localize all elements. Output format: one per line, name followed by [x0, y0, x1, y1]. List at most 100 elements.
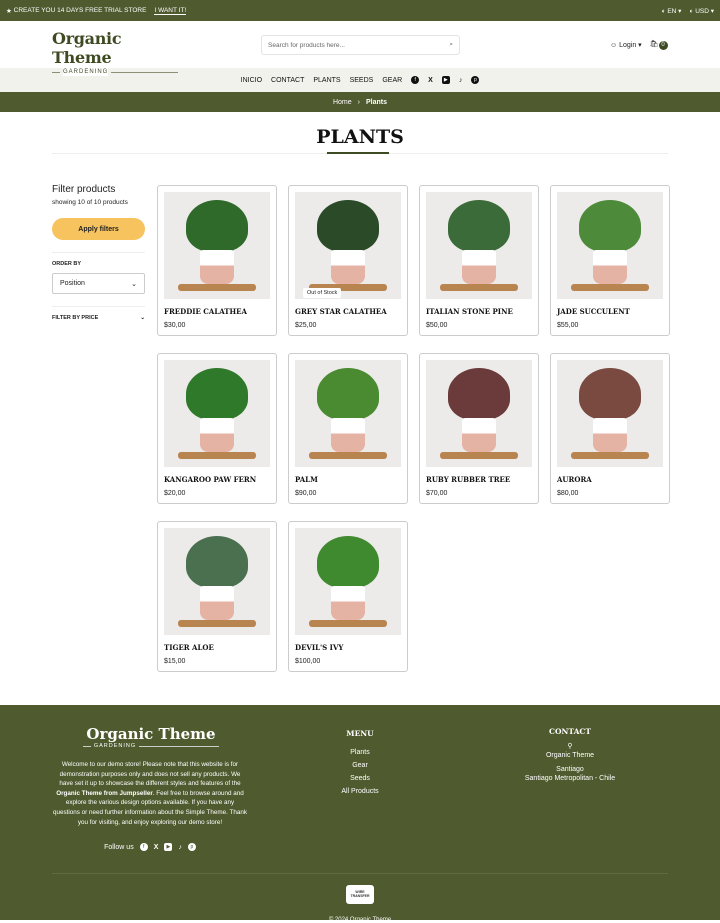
product-card[interactable]: PALM $90,00 [288, 353, 408, 504]
youtube-icon[interactable]: ▶ [441, 76, 450, 84]
plant-foliage [317, 200, 379, 252]
plant-foliage [317, 536, 379, 588]
product-name[interactable]: ITALIAN STONE PINE [426, 307, 513, 316]
product-image[interactable] [164, 528, 270, 635]
divider [52, 873, 668, 874]
plant-foliage [448, 368, 510, 420]
footer-description: Welcome to our demo store! Please note t… [52, 761, 248, 826]
product-card[interactable]: ITALIAN STONE PINE $50,00 [419, 185, 539, 336]
chevron-right-icon: › [357, 98, 360, 106]
search-icon[interactable]: ⌕ [449, 41, 453, 49]
title-underline [327, 152, 389, 154]
out-of-stock-badge: Out of Stock [303, 288, 342, 298]
pinterest-icon[interactable]: p [187, 843, 196, 851]
pot [593, 418, 627, 452]
footer-link-gear[interactable]: Gear [320, 759, 400, 772]
apply-filters-button[interactable]: Apply filters [52, 218, 145, 240]
pot [331, 418, 365, 452]
product-name[interactable]: AURORA [557, 475, 592, 484]
product-name[interactable]: FREDDIE CALATHEA [164, 307, 247, 316]
pinterest-icon[interactable]: p [471, 76, 480, 84]
breadcrumb-home[interactable]: Home [333, 99, 352, 106]
product-card[interactable]: RUBY RUBBER TREE $70,00 [419, 353, 539, 504]
tiktok-icon[interactable]: ♪ [178, 844, 182, 851]
filter-title: Filter products [52, 184, 116, 195]
pot [331, 586, 365, 620]
order-by-select[interactable]: Position ⌄ [52, 273, 145, 294]
product-image[interactable]: Out of Stock [295, 192, 401, 299]
logo[interactable]: Organic Theme GARDENING [52, 29, 178, 76]
product-image[interactable] [426, 192, 532, 299]
filter-by-price-toggle[interactable]: FILTER BY PRICE ⌄ [52, 315, 145, 321]
nav-contact[interactable]: CONTACT [271, 77, 304, 84]
cart-button[interactable]: 🛍 0 [650, 40, 668, 50]
product-card[interactable]: FREDDIE CALATHEA $30,00 [157, 185, 277, 336]
nav-plants[interactable]: PLANTS [313, 77, 340, 84]
cart-count: 0 [658, 40, 668, 50]
stool [571, 284, 649, 291]
pot [200, 586, 234, 620]
logo-title: Organic Theme [52, 29, 122, 67]
login-menu[interactable]: ☺ Login ▾ [610, 41, 642, 49]
language-select[interactable]: ◐ EN ▾ [662, 7, 682, 15]
product-image[interactable] [164, 192, 270, 299]
top-bar: ★ CREATE YOU 14 DAYS FREE TRIAL STORE I … [0, 0, 720, 21]
product-image[interactable] [295, 360, 401, 467]
pot [462, 250, 496, 284]
footer-link-plants[interactable]: Plants [320, 746, 400, 759]
stool [178, 620, 256, 627]
product-card[interactable]: DEVIL'S IVY $100,00 [288, 521, 408, 672]
product-image[interactable] [295, 528, 401, 635]
product-card[interactable]: Out of Stock GREY STAR CALATHEA $25,00 [288, 185, 408, 336]
stool [440, 284, 518, 291]
youtube-icon[interactable]: ▶ [164, 843, 173, 851]
nav-inicio[interactable]: INICIO [241, 77, 262, 84]
product-image[interactable] [164, 360, 270, 467]
product-name[interactable]: JADE SUCCULENT [557, 307, 630, 316]
logo-subtitle-row: GARDENING [52, 68, 178, 76]
menu-heading: MENU [346, 729, 374, 738]
footer: Organic Theme GARDENING Welcome to our d… [0, 705, 720, 923]
x-icon[interactable]: X [154, 844, 159, 851]
chevron-down-icon: ⌄ [131, 280, 137, 288]
product-card[interactable]: AURORA $80,00 [550, 353, 670, 504]
stool [309, 620, 387, 627]
plant-foliage [186, 200, 248, 252]
product-card[interactable]: JADE SUCCULENT $55,00 [550, 185, 670, 336]
footer-link-seeds[interactable]: Seeds [320, 772, 400, 785]
product-name[interactable]: TIGER ALOE [164, 643, 214, 652]
product-card[interactable]: KANGAROO PAW FERN $20,00 [157, 353, 277, 504]
pot [331, 250, 365, 284]
product-price: $15,00 [164, 658, 186, 665]
nav-seeds[interactable]: SEEDS [350, 77, 374, 84]
x-icon[interactable]: X [428, 77, 433, 84]
product-name[interactable]: KANGAROO PAW FERN [164, 475, 256, 484]
facebook-icon[interactable]: f [139, 843, 148, 851]
trial-link[interactable]: I WANT IT! [154, 7, 187, 15]
pot [462, 418, 496, 452]
wire-transfer-logo: WIRE TRANSFER [346, 885, 374, 904]
product-name[interactable]: DEVIL'S IVY [295, 643, 343, 652]
product-image[interactable] [557, 192, 663, 299]
product-price: $25,00 [295, 322, 317, 329]
search-input[interactable]: Search for products here... ⌕ [261, 35, 460, 55]
nav-gear[interactable]: GEAR [382, 77, 402, 84]
stool [571, 452, 649, 459]
facebook-icon[interactable]: f [411, 76, 420, 84]
tiktok-icon[interactable]: ♪ [459, 77, 463, 84]
plant-foliage [317, 368, 379, 420]
product-price: $70,00 [426, 490, 448, 497]
product-price: $30,00 [164, 322, 186, 329]
product-name[interactable]: PALM [295, 475, 318, 484]
footer-link-all-products[interactable]: All Products [320, 785, 400, 798]
chevron-down-icon: ⌄ [140, 315, 145, 321]
divider [52, 71, 60, 73]
product-image[interactable] [557, 360, 663, 467]
product-card[interactable]: TIGER ALOE $15,00 [157, 521, 277, 672]
product-name[interactable]: GREY STAR CALATHEA [295, 307, 387, 316]
product-price: $90,00 [295, 490, 317, 497]
product-image[interactable] [426, 360, 532, 467]
product-name[interactable]: RUBY RUBBER TREE [426, 475, 510, 484]
currency-select[interactable]: ◐ USD ▾ [689, 7, 714, 15]
footer-contact: CONTACT ⚲ Organic Theme Santiago Santiag… [500, 727, 640, 783]
